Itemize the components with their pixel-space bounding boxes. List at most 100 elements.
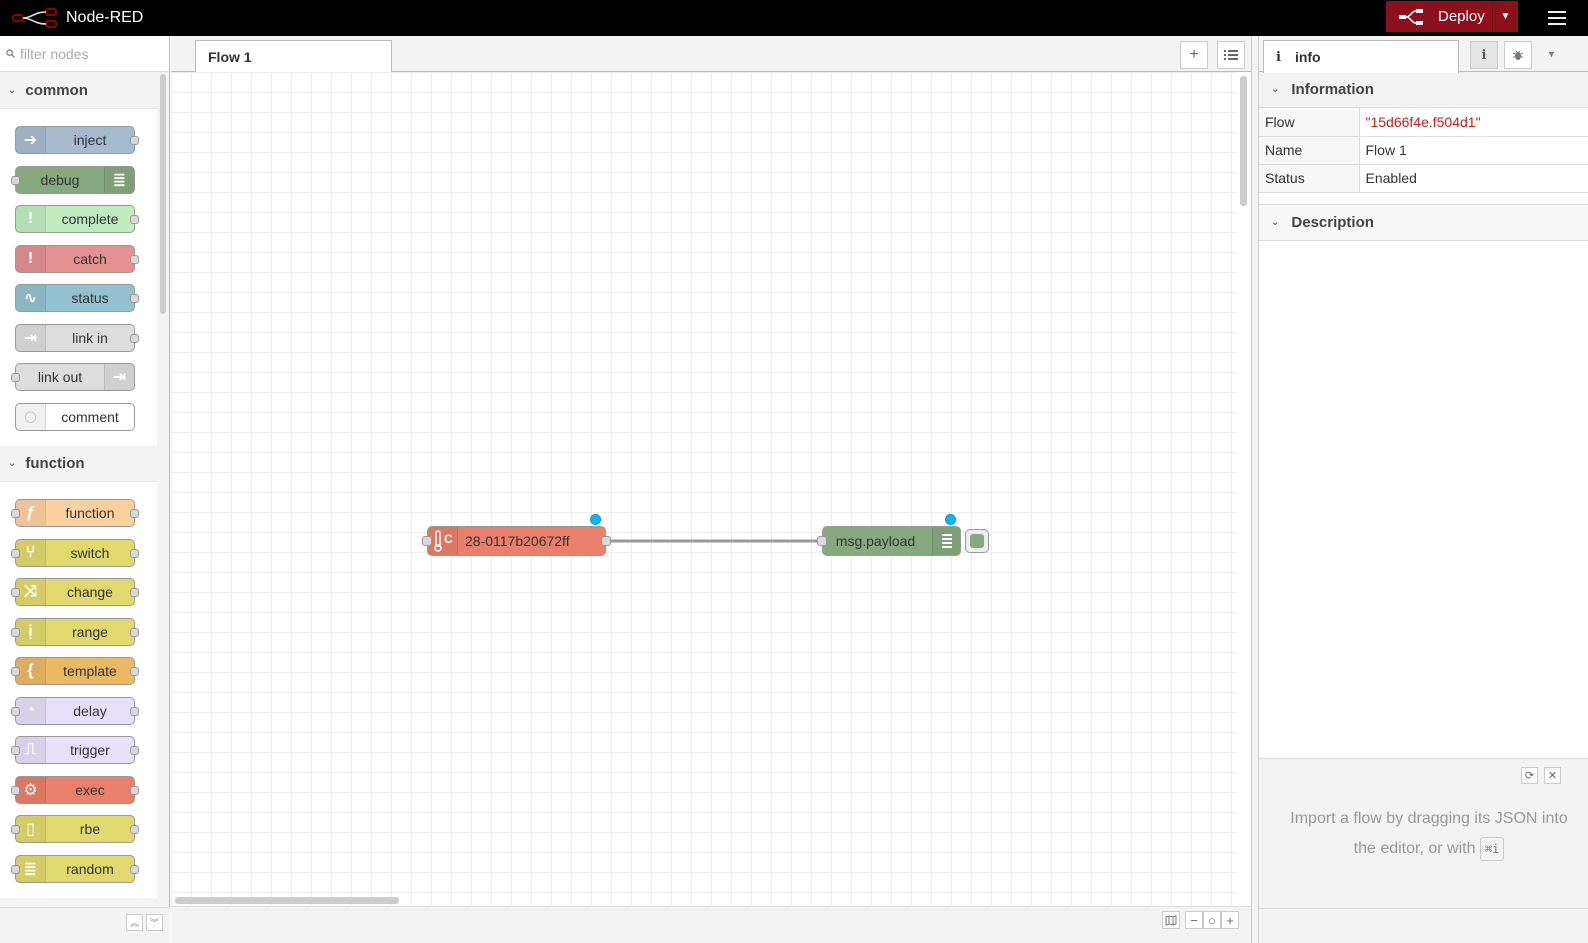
node-output-port — [130, 588, 139, 597]
node-output-port — [130, 294, 139, 303]
section-information[interactable]: ⌄ Information — [1259, 72, 1588, 108]
node-output-port — [130, 627, 139, 637]
link-out-icon: ⇥ — [104, 364, 134, 390]
header: Node-RED Deploy ▼ — [0, 0, 1588, 36]
pulse-icon: ∿ — [16, 285, 46, 311]
collapse-all-icon[interactable]: ︽ — [126, 914, 143, 931]
palette-node-function[interactable]: ƒ function — [11, 499, 139, 527]
info-value[interactable]: "15d66f4e.f504d1" — [1359, 108, 1588, 137]
node-output-port — [130, 254, 139, 264]
tab-flow-1[interactable]: Flow 1 — [195, 40, 392, 73]
palette-node-template[interactable]: {template — [11, 657, 139, 685]
expand-all-icon[interactable]: ︾ — [146, 914, 163, 931]
node-input-port — [11, 627, 20, 637]
palette-node-exec[interactable]: ⚙ exec — [11, 775, 139, 804]
add-flow-plus-icon[interactable]: + — [1180, 41, 1208, 69]
canvas-vertical-scrollbar[interactable] — [1240, 76, 1247, 206]
list-icon — [932, 527, 960, 555]
debug-toggle-button[interactable] — [965, 529, 989, 553]
zoom-in-plus-icon[interactable]: + — [1221, 911, 1239, 929]
palette-scrollbar[interactable] — [160, 74, 166, 314]
random-icon: ≣ — [16, 855, 46, 882]
node-input-port[interactable] — [817, 536, 827, 546]
palette-node-comment[interactable]: ◯ comment — [15, 402, 135, 431]
main-menu-hamburger-icon[interactable] — [1548, 6, 1572, 30]
node-output-port — [130, 825, 139, 834]
debug-toggle-indicator — [970, 534, 984, 548]
node-input-port — [11, 746, 20, 755]
range-icon: ị — [16, 618, 46, 645]
palette-node-inject[interactable]: ➔ inject — [15, 126, 139, 154]
node-palette: ⌄ common ➔ inject debug ≣! complete! catch ∿ stat… — [0, 36, 170, 943]
node-input-port[interactable] — [422, 536, 432, 546]
palette-node-rbe[interactable]: ▯ rbe — [11, 815, 139, 843]
palette-node-status[interactable]: ∿ status — [15, 284, 139, 312]
sidebar-tabs-menu-caret-icon[interactable]: ▼ — [1547, 49, 1556, 59]
comment-icon: ◯ — [16, 403, 46, 430]
palette-category-label: function — [25, 455, 85, 472]
node-output-port[interactable] — [601, 536, 611, 546]
node-input-port — [11, 706, 20, 716]
palette-node-trigger[interactable]: ⎍ trigger — [11, 736, 139, 764]
sidebar-resize-handle[interactable] — [1251, 36, 1259, 943]
section-description-label: Description — [1291, 213, 1374, 231]
workspace: Flow 1 + C 28-0117b20672ff msg.payload −… — [171, 36, 1251, 943]
flow-node-label: msg.payload — [835, 533, 916, 549]
node-input-port — [11, 864, 20, 874]
chevron-down-icon: ⌄ — [8, 458, 17, 469]
palette-categories: ⌄ common ➔ inject debug ≣! complete! catch ∿ stat… — [0, 73, 157, 903]
canvas-horizontal-scrollbar[interactable] — [175, 897, 399, 904]
brace-icon: { — [16, 658, 46, 684]
list-icon: ≣ — [104, 166, 134, 193]
palette-node-catch[interactable]: ! catch — [15, 244, 139, 273]
workspace-footer: − ○ + — [171, 906, 1251, 943]
node-input-port — [11, 509, 20, 518]
section-description[interactable]: ⌄ Description — [1259, 204, 1588, 241]
tab-info[interactable]: i info — [1263, 40, 1459, 73]
sidebar-tabs: i info i ▼ — [1259, 36, 1588, 73]
deploy-options-caret-icon[interactable]: ▼ — [1492, 1, 1518, 32]
deploy-main-button[interactable]: Deploy — [1386, 1, 1492, 32]
search-icon — [6, 49, 15, 58]
palette-node-delay[interactable]: ◔ delay — [11, 696, 139, 725]
palette-category-function[interactable]: ⌄ function — [0, 446, 157, 482]
zoom-reset-icon[interactable]: ○ — [1203, 911, 1221, 929]
node-output-port — [130, 136, 139, 145]
trigger-icon: ⎍ — [16, 737, 46, 763]
flow-node-sensor[interactable]: C 28-0117b20672ff — [422, 514, 611, 556]
palette-node-label: exec — [75, 781, 105, 798]
palette-category-body: ➔ inject debug ≣ ! complete! catch ∿ status ⇥ link… — [0, 109, 157, 446]
info-tab-button-icon[interactable]: i — [1470, 41, 1498, 69]
zoom-out-minus-icon[interactable]: − — [1185, 911, 1203, 929]
palette-node-debug[interactable]: debug ≣ — [11, 165, 135, 194]
flow-canvas[interactable]: C 28-0117b20672ff msg.payload — [171, 72, 1237, 928]
deploy-button[interactable]: Deploy ▼ — [1386, 1, 1518, 32]
list-flows-icon[interactable] — [1217, 41, 1245, 69]
palette-node-link-out[interactable]: link out ⇥ — [11, 363, 135, 391]
refresh-tip-icon[interactable]: ⟳ — [1521, 767, 1538, 784]
flow-node-label: 28-0117b20672ff — [465, 533, 570, 549]
close-tip-icon[interactable]: ✕ — [1544, 767, 1561, 784]
palette-node-label: catch — [73, 250, 107, 267]
palette-node-label: trigger — [70, 742, 110, 758]
debug-bug-icon[interactable] — [1504, 41, 1532, 69]
switch-icon: ⑂ — [16, 539, 46, 566]
palette-node-range[interactable]: ị range — [11, 617, 139, 646]
exclamation-icon: ! — [16, 206, 46, 232]
palette-node-change[interactable]: ⤨ change — [11, 578, 139, 606]
info-icon: i — [1276, 49, 1281, 65]
sidebar-footer — [1259, 908, 1588, 943]
palette-node-random[interactable]: ≣ random — [11, 854, 139, 883]
navigator-map-icon[interactable] — [1162, 911, 1180, 929]
node-output-port — [130, 509, 139, 518]
flow-node-debug[interactable]: msg.payload — [817, 514, 989, 556]
exclamation-icon: ! — [16, 245, 46, 272]
palette-node-switch[interactable]: ⑂ switch — [11, 538, 139, 567]
palette-search-input[interactable] — [20, 45, 160, 62]
deploy-label: Deploy — [1438, 8, 1485, 25]
palette-node-complete[interactable]: ! complete — [15, 205, 139, 233]
palette-category-common[interactable]: ⌄ common — [0, 73, 157, 109]
node-red-logo: Node-RED — [12, 8, 143, 28]
palette-category-label: common — [25, 82, 88, 99]
palette-node-link-in[interactable]: ⇥ link in — [15, 323, 139, 352]
